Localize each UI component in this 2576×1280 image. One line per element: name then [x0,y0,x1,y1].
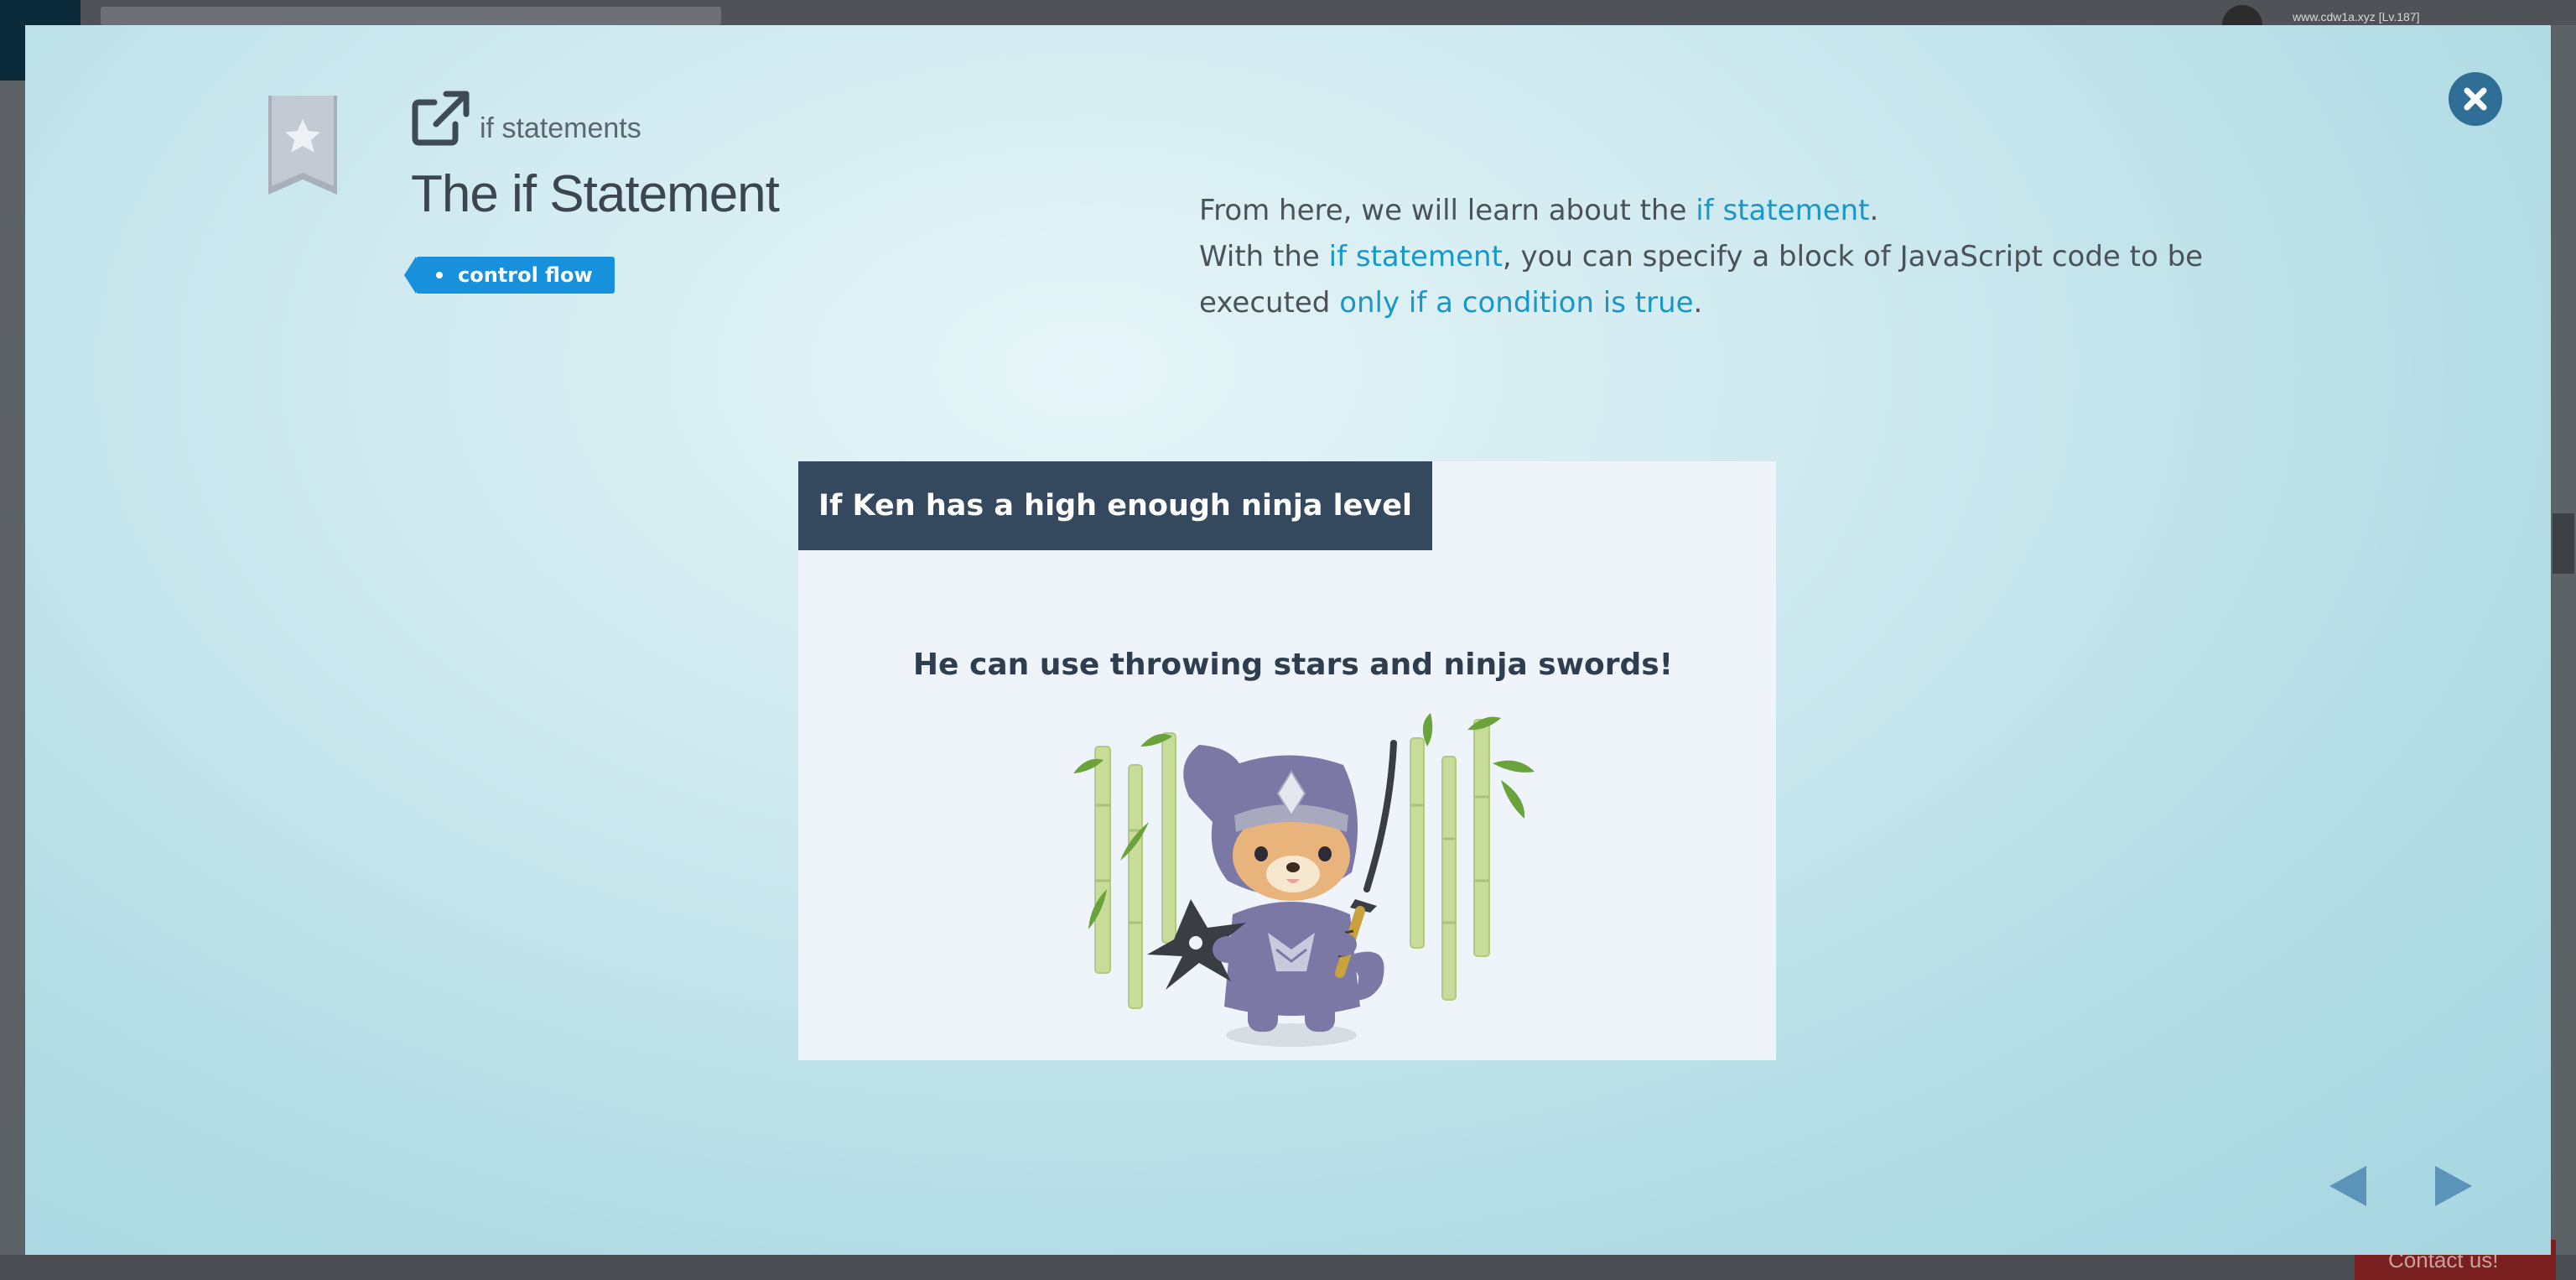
description-line-2: With the if statement, you can specify a… [1199,234,2289,280]
background-user-text: www.cdw1a.xyz [Lv.187] [2293,10,2420,23]
close-icon [2464,87,2487,111]
highlight-if-statement: if statement [1696,194,1870,227]
bookmark-star-icon[interactable] [267,96,339,196]
text: . [1693,286,1703,320]
ninja-illustration [1073,713,1535,1047]
background-search-bar [101,7,721,25]
external-link-icon[interactable] [411,91,470,146]
highlight-condition-true: only if a condition is true [1339,286,1694,320]
text: executed [1199,286,1340,320]
tag-label: control flow [458,263,593,287]
text: , you can specify a block of JavaScript … [1502,240,2204,273]
slide-caption: He can use throwing stars and ninja swor… [912,648,1674,682]
arrow-right-icon[interactable] [2428,1163,2475,1210]
tag-control-flow[interactable]: control flow [404,257,615,294]
lesson-title: The if Statement [411,165,780,223]
tag-dot [436,272,443,278]
text: With the [1199,240,1329,273]
arrow-left-icon[interactable] [2326,1163,2373,1210]
background-scrollbar [2553,513,2574,574]
lesson-modal: if statements The if Statement control f… [25,25,2551,1255]
text: From here, we will learn about the [1199,194,1696,227]
background-bottom-bar [0,1255,2576,1280]
lesson-description: From here, we will learn about the if st… [1199,188,2289,326]
description-line-3: executed only if a condition is true. [1199,280,2289,326]
topic-label: if statements [480,112,641,144]
slide-banner: If Ken has a high enough ninja level [798,461,1432,550]
highlight-if-statement: if statement [1328,240,1503,273]
slide-card: If Ken has a high enough ninja level He … [798,461,1776,1060]
close-button[interactable] [2449,72,2502,126]
text: . [1869,194,1879,227]
description-line-1: From here, we will learn about the if st… [1199,188,2289,234]
